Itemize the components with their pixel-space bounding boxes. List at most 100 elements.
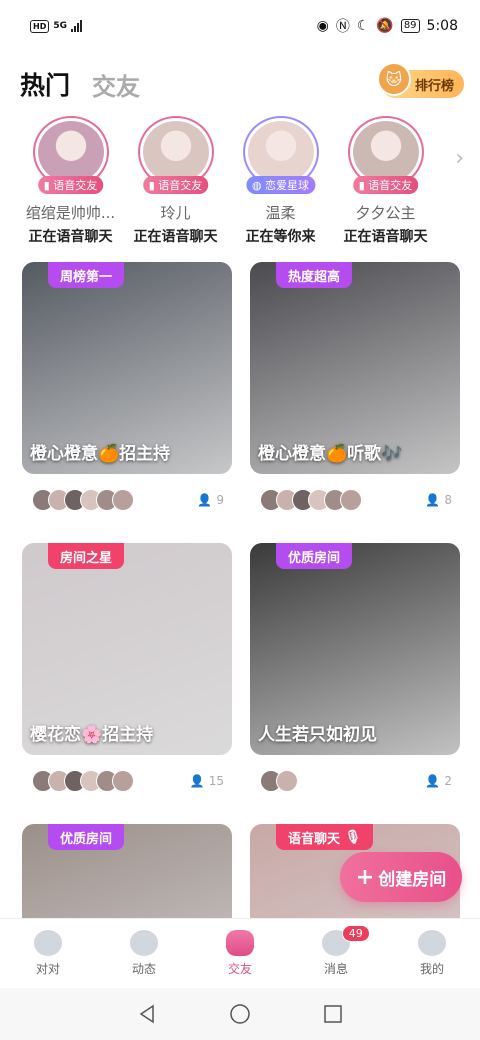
rank-label: 排行榜 [414,78,454,94]
heart-icon [34,930,62,956]
member-count-value: 2 [444,774,452,788]
member-count-value: 8 [444,493,452,507]
profile-icon [418,930,446,956]
room-title: 人生若只如初见 [258,725,377,745]
room-cover: 房间之星樱花恋🌸招主持 [22,543,232,755]
planet-icon [130,930,158,956]
avatar [352,121,419,184]
online-user[interactable]: ▮ 语音交友玲儿正在语音聊天 [123,116,228,246]
room-tag-label: 热度超高 [288,269,341,285]
room-card[interactable]: 周榜第一橙心橙意🍊招主持 👤 9 [22,262,232,526]
voice-bars-icon: ▮ [358,179,369,193]
room-footer: 👤 15 [22,755,232,807]
avatar-ring: ▮ 语音交友 [32,116,109,195]
member-avatar [340,489,362,511]
person-icon: 👤 [425,774,441,788]
battery-icon: 89 [400,19,420,33]
room-title: 橙心橙意🍊招主持 [30,444,171,464]
person-icon: 👤 [197,493,213,507]
room-cover: 优质房间 [22,824,232,918]
avatar [247,121,314,184]
nav-label: 交友 [227,962,252,976]
room-tag: 房间之星 [48,543,125,569]
user-status: 正在语音聊天 [28,229,113,245]
room-tag: 周榜第一 [48,262,125,288]
member-avatar [276,770,298,792]
home-icon[interactable] [229,1003,251,1025]
room-footer: 👤 9 [22,474,232,526]
nav-item-planet[interactable]: 动态 [96,919,192,988]
room-tag-label: 房间之星 [60,550,113,566]
user-badge-label: 语音交友 [368,179,413,193]
person-icon: 👤 [189,774,205,788]
rank-button[interactable]: 🐱 排行榜 [376,62,464,98]
bottom-nav: 对对 动态 交友 消息 49 我的 [0,918,480,988]
user-status: 正在语音聊天 [133,229,218,245]
room-cover: 优质房间人生若只如初见 [250,543,460,755]
user-badge-label: 语音交友 [53,179,98,193]
message-badge: 49 [341,925,370,942]
voice-bars-icon: ▮ [43,179,54,193]
mute-icon: 🔕 [376,18,394,34]
planet-icon: ◍ [251,179,266,193]
room-title: 橙心橙意🍊听歌🎶 [258,444,403,464]
room-tag: 优质房间 [276,543,353,569]
back-icon[interactable] [136,1003,158,1025]
mascot-icon: 🐱 [376,62,411,96]
room-card[interactable]: 房间之星樱花恋🌸招主持 👤 15 [22,543,232,807]
room-title: 樱花恋🌸招主持 [30,725,154,745]
user-status: 正在等你来 [245,229,316,245]
member-avatars [32,489,134,511]
room-card[interactable]: 优质房间人生若只如初见 👤 2 [250,543,460,807]
user-badge-label: 恋爱星球 [265,179,310,193]
room-card[interactable]: 优质房间 [22,824,232,918]
person-icon: 👤 [425,493,441,507]
user-badge-label: 语音交友 [158,179,203,193]
room-tag-label: 优质房间 [60,831,113,847]
member-count: 👤 8 [425,493,452,507]
user-name: 玲儿 [160,204,191,222]
online-users-row: ▮ 语音交友 绾绾是帅帅... 正在语音聊天 ▮ 语音交友 玲儿 正在语音聊天 ◍ 恋爱星球… [18,116,466,246]
online-user[interactable]: ◍ 恋爱星球温柔正在等你来 [228,116,333,246]
user-badge: ▮ 语音交友 [352,176,419,195]
nav-item-heart[interactable]: 对对 [0,919,96,988]
avatar-ring: ▮ 语音交友 [137,116,214,195]
create-room-label: 创建房间 [378,869,447,890]
member-avatars [260,489,362,511]
online-user[interactable]: ▮ 语音交友 夕夕公主 正在语音聊天 [333,116,438,246]
member-count-value: 15 [208,774,224,788]
tab-friends[interactable]: 交友 [92,67,140,102]
nfc-icon: Ⓝ [335,19,350,35]
tab-hot[interactable]: 热门 [20,66,70,102]
avatar-ring: ▮ 语音交友 [347,116,424,195]
online-user[interactable]: ▮ 语音交友 绾绾是帅帅... 正在语音聊天 [18,116,123,246]
room-tag-label: 周榜第一 [60,269,113,285]
member-avatar [112,489,134,511]
nav-label: 动态 [131,962,156,976]
nav-item-smile[interactable]: 交友 [192,919,288,988]
member-count: 👤 9 [197,493,224,507]
user-status: 正在语音聊天 [343,229,428,245]
nav-label: 我的 [419,962,444,976]
member-avatars [32,770,134,792]
top-header: 热门 交友 🐱 排行榜 [20,62,464,104]
chevron-right-icon[interactable]: › [455,146,464,171]
room-cover: 周榜第一橙心橙意🍊招主持 [22,262,232,474]
member-avatars [260,770,298,792]
nav-item-profile[interactable]: 我的 [384,919,480,988]
nav-item-chat[interactable]: 消息 49 [288,919,384,988]
room-card[interactable]: 热度超高橙心橙意🍊听歌🎶 👤 8 [250,262,460,526]
signal-icon [71,20,82,32]
room-cover: 热度超高橙心橙意🍊听歌🎶 [250,262,460,474]
moon-icon: ☾ [356,18,370,34]
room-tag: 热度超高 [276,262,353,288]
recents-icon[interactable] [322,1003,344,1025]
avatar-ring: ◍ 恋爱星球 [242,116,319,195]
member-count-value: 9 [216,493,224,507]
member-count: 👤 15 [190,774,224,788]
avatar [142,121,209,184]
create-room-button[interactable]: + 创建房间 [340,852,462,902]
user-name: 温柔 [265,204,296,222]
room-tag: 语音聊天 🎙 [276,824,374,850]
room-tag: 优质房间 [48,824,125,850]
